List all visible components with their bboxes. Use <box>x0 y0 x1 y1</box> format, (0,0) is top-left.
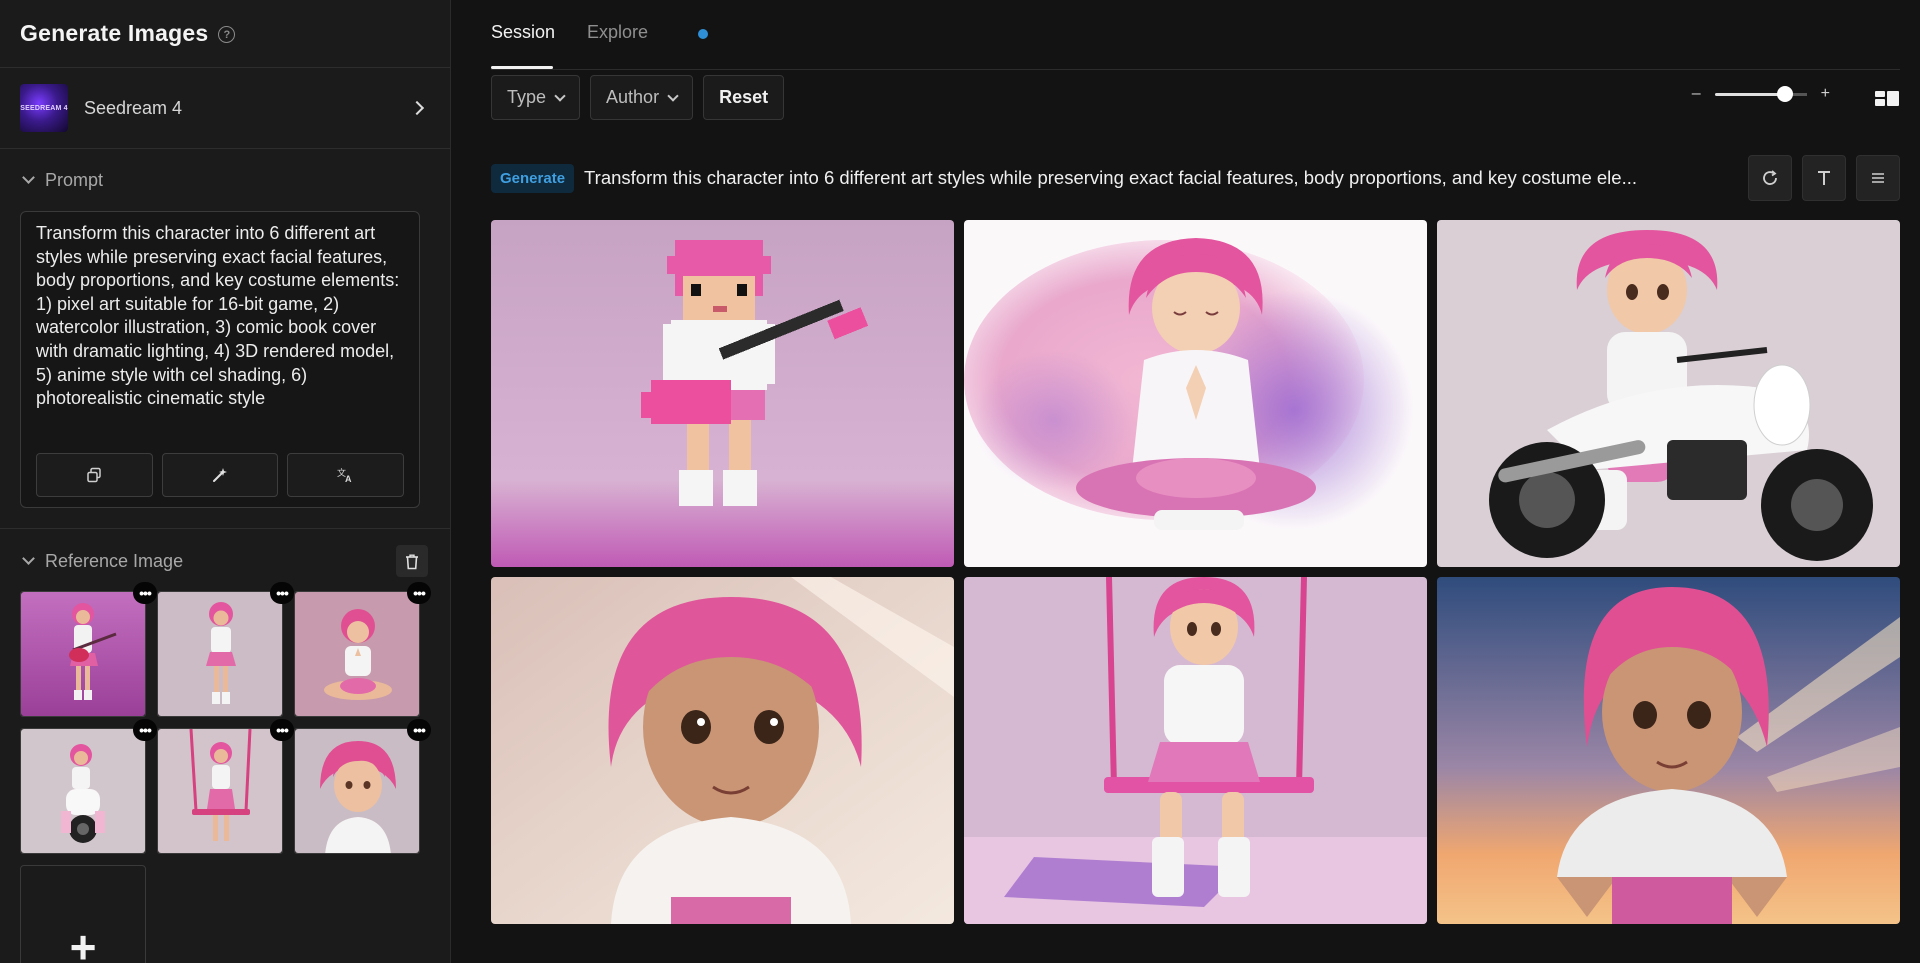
enhance-prompt-button[interactable] <box>161 453 279 497</box>
zoom-control: – + <box>1692 85 1830 103</box>
model-name: Seedream 4 <box>84 97 183 118</box>
trash-icon <box>406 554 418 569</box>
help-icon[interactable]: ? <box>218 26 236 43</box>
notification-dot <box>698 29 708 39</box>
regenerate-button[interactable] <box>1748 155 1792 201</box>
chevron-down-icon <box>667 89 679 102</box>
reference-image[interactable]: ••• <box>20 582 157 717</box>
type-filter-dropdown[interactable]: Type <box>491 75 581 120</box>
reference-image[interactable]: ••• <box>294 719 431 854</box>
zoom-slider-thumb[interactable] <box>1776 85 1793 102</box>
plus-icon: + <box>69 921 97 963</box>
results-grid <box>491 220 1900 924</box>
generation-actions <box>1748 155 1900 201</box>
model-thumbnail: SEEDREAM 4 <box>20 84 68 132</box>
model-selector[interactable]: SEEDREAM 4 Seedream 4 <box>0 68 450 149</box>
main-area: Session Explore Type Author Reset – + Ge… <box>452 0 1920 963</box>
chevron-right-icon <box>409 100 425 116</box>
image-menu-button[interactable]: ••• <box>407 719 431 741</box>
copy-prompt-button[interactable] <box>36 453 153 497</box>
grid-layout-icon <box>1875 91 1899 106</box>
result-image[interactable] <box>491 220 954 567</box>
model-thumb-text: SEEDREAM 4 <box>20 104 68 112</box>
tab-explore[interactable]: Explore <box>587 22 648 43</box>
chevron-down-icon <box>22 552 35 565</box>
refresh-icon <box>1763 170 1777 185</box>
result-image[interactable] <box>964 577 1427 924</box>
translate-prompt-button[interactable]: 文A <box>287 453 405 497</box>
prompt-toolbar: 文A <box>36 453 405 497</box>
reference-image[interactable]: ••• <box>294 582 431 717</box>
zoom-slider[interactable] <box>1714 85 1807 102</box>
reference-image[interactable]: ••• <box>20 719 157 854</box>
generation-header: Generate Transform this character into 6… <box>491 155 1900 201</box>
reference-image[interactable]: ••• <box>157 582 294 717</box>
generation-prompt: Transform this character into 6 differen… <box>584 167 1637 188</box>
image-menu-button[interactable]: ••• <box>133 719 157 741</box>
tab-bar: Session Explore <box>491 0 1900 70</box>
result-image[interactable] <box>491 577 954 924</box>
panel-header: Generate Images ? <box>0 0 450 68</box>
panel-title: Generate Images <box>20 20 209 46</box>
author-filter-label: Author <box>606 87 660 107</box>
prompt-text[interactable]: Transform this character into 6 differen… <box>36 222 404 444</box>
reference-image-grid: ••• ••• ••• ••• ••• ••• <box>0 582 450 854</box>
result-image[interactable] <box>1437 577 1900 924</box>
prompt-section-toggle[interactable]: Prompt <box>0 149 450 211</box>
left-panel: Generate Images ? SEEDREAM 4 Seedream 4 … <box>0 0 451 963</box>
zoom-in-button[interactable]: + <box>1821 85 1830 103</box>
copy-icon <box>87 467 102 483</box>
prompt-section-label: Prompt <box>45 169 104 190</box>
text-icon <box>1818 171 1830 185</box>
chevron-down-icon <box>554 89 566 102</box>
active-tab-indicator <box>491 66 553 69</box>
author-filter-dropdown[interactable]: Author <box>590 75 694 120</box>
image-menu-button[interactable]: ••• <box>270 719 294 741</box>
reuse-prompt-button[interactable] <box>1802 155 1846 201</box>
delete-references-button[interactable] <box>396 545 428 577</box>
reset-button[interactable]: Reset <box>703 75 785 120</box>
tab-session[interactable]: Session <box>491 22 555 43</box>
image-menu-button[interactable]: ••• <box>270 582 294 604</box>
add-reference-button[interactable]: + <box>20 865 146 963</box>
more-options-button[interactable] <box>1856 155 1900 201</box>
reference-section-label: Reference Image <box>45 550 184 571</box>
zoom-out-button[interactable]: – <box>1692 85 1701 103</box>
type-filter-label: Type <box>507 87 547 107</box>
svg-text:A: A <box>345 474 352 483</box>
reset-label: Reset <box>719 87 769 107</box>
generate-badge: Generate <box>491 163 575 193</box>
translate-icon: 文A <box>337 467 352 483</box>
result-image[interactable] <box>964 220 1427 567</box>
chevron-down-icon <box>22 171 35 184</box>
reference-section-toggle[interactable]: Reference Image <box>0 529 450 593</box>
menu-icon <box>1872 173 1884 183</box>
magic-wand-icon <box>213 468 227 482</box>
reference-image[interactable]: ••• <box>157 719 294 854</box>
image-menu-button[interactable]: ••• <box>133 582 157 604</box>
prompt-input[interactable]: Transform this character into 6 differen… <box>20 211 420 508</box>
image-menu-button[interactable]: ••• <box>407 582 431 604</box>
layout-toggle-button[interactable] <box>1874 88 1900 113</box>
filter-bar: Type Author Reset <box>491 75 785 120</box>
result-image[interactable] <box>1437 220 1900 567</box>
